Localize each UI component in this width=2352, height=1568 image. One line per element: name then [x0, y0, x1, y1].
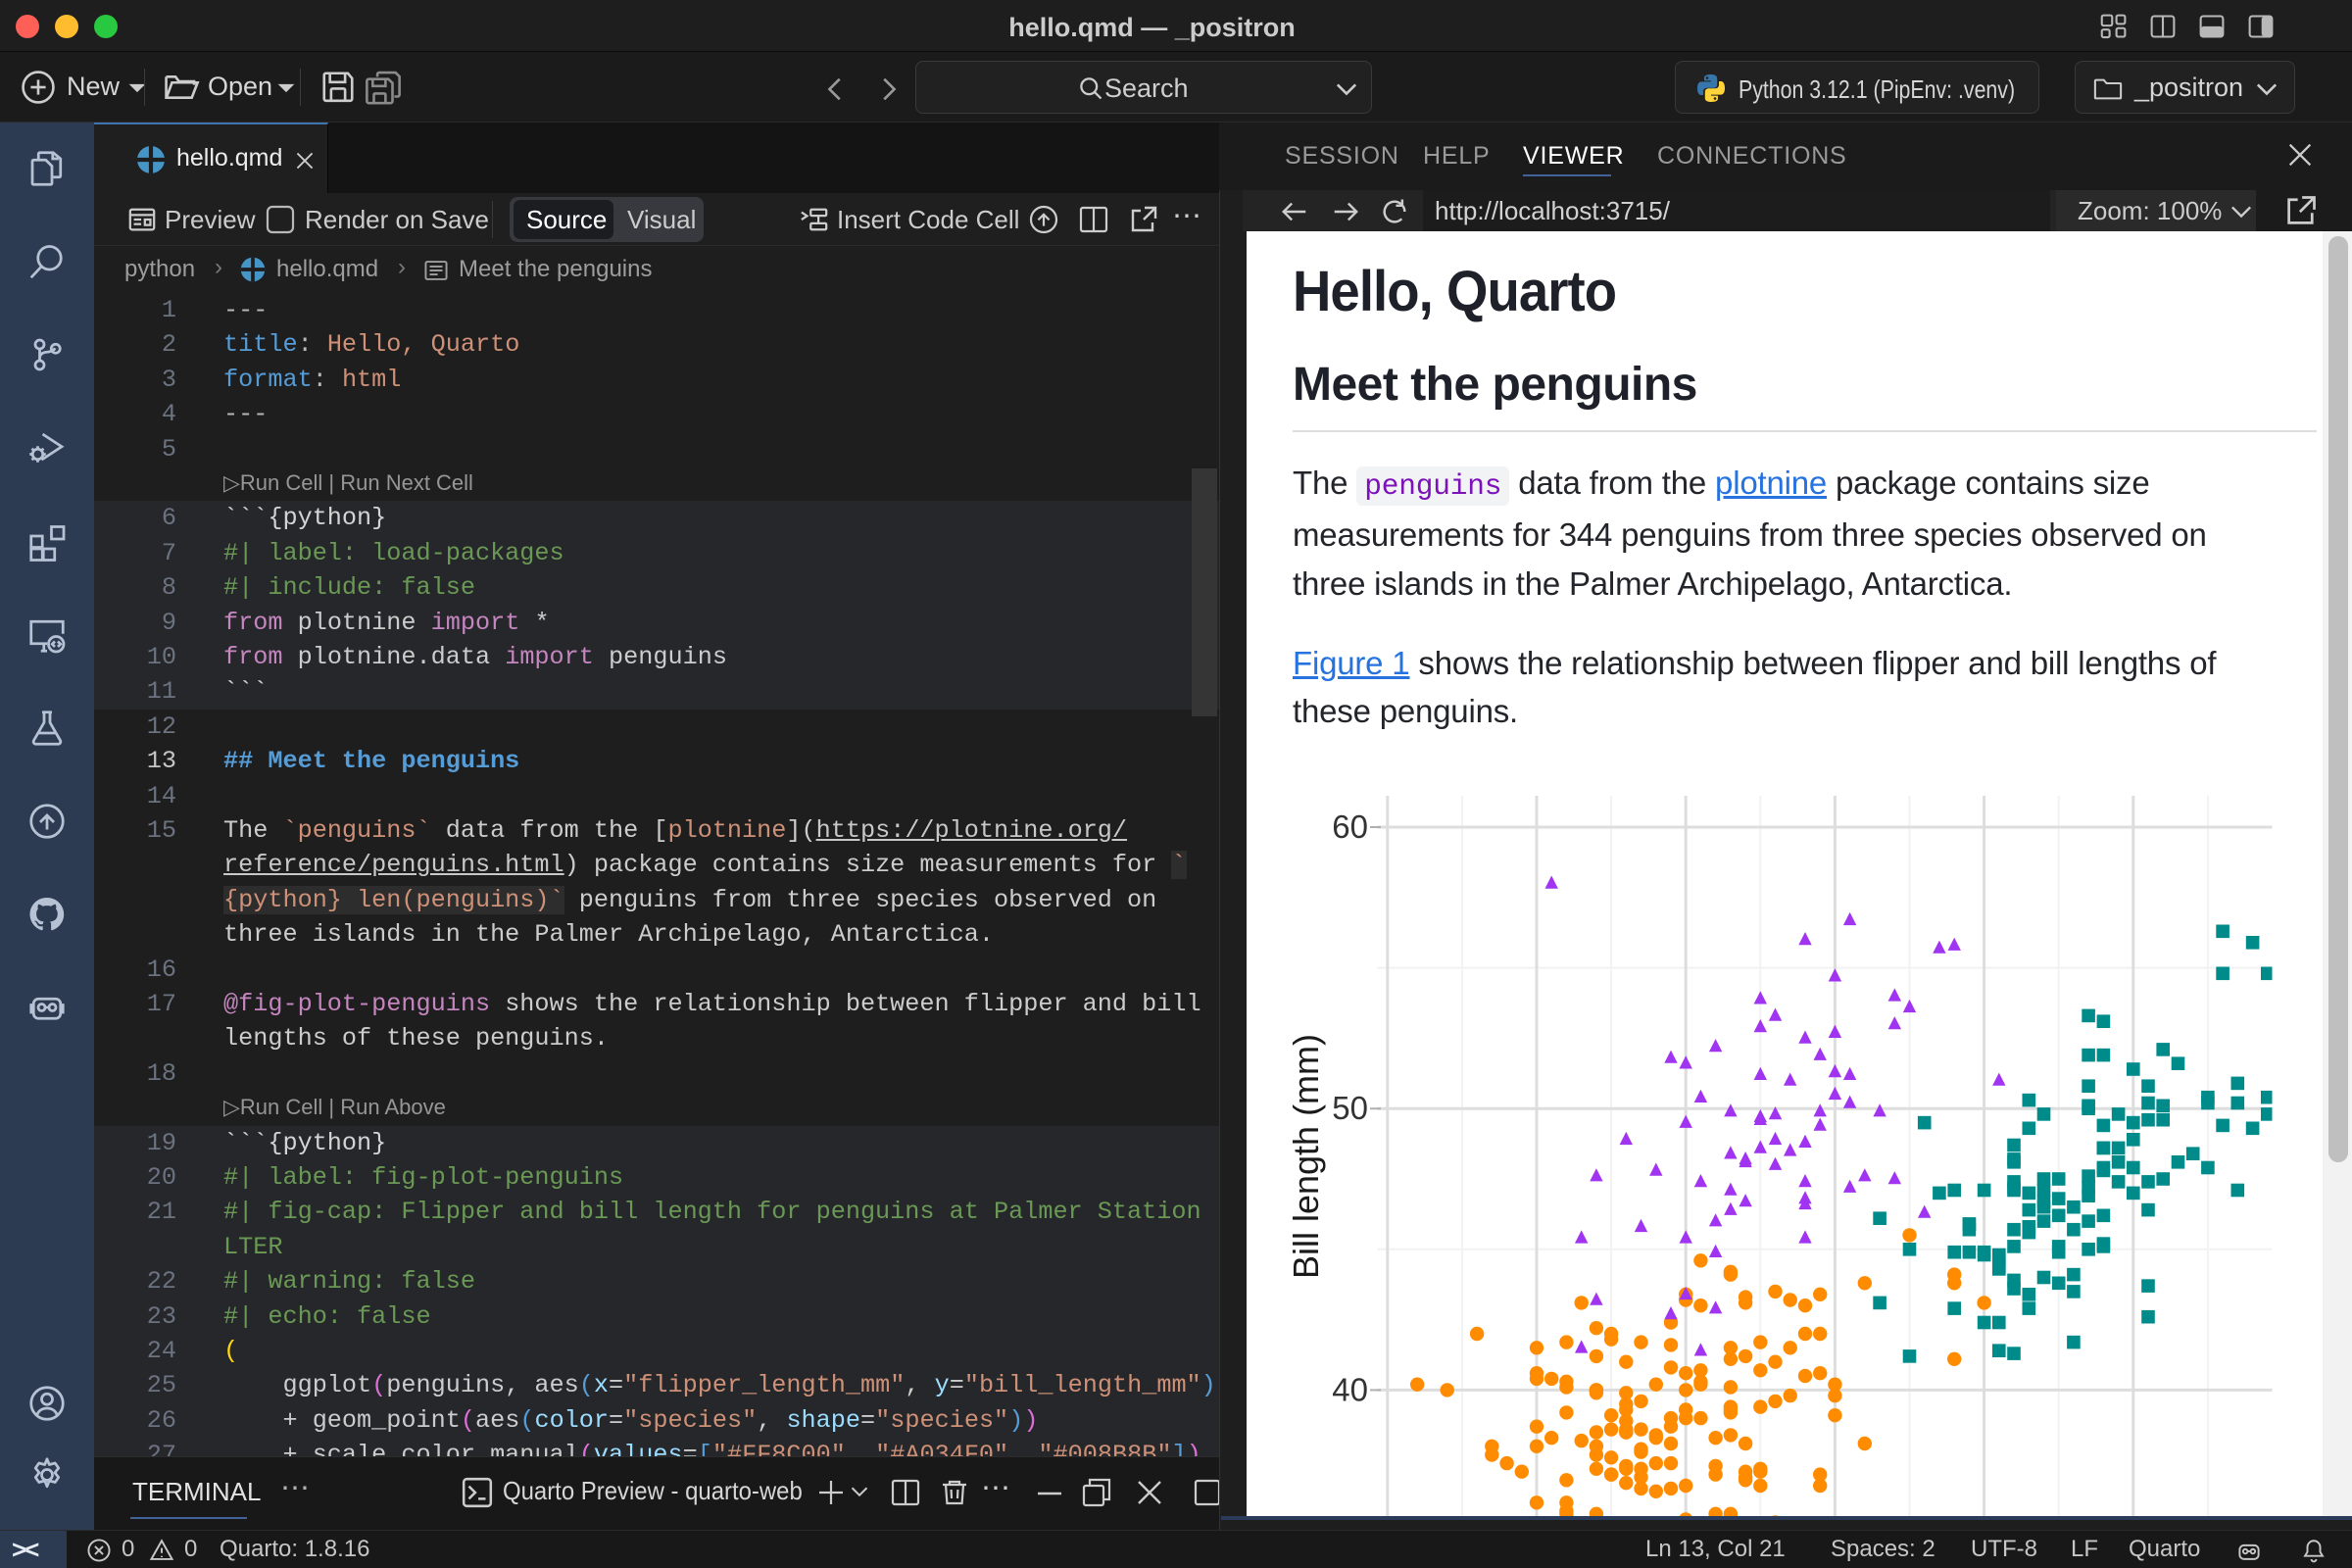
- svg-text:50: 50: [1332, 1090, 1368, 1126]
- svg-text:40: 40: [1332, 1371, 1368, 1407]
- svg-text:Bill length (mm): Bill length (mm): [1286, 1034, 1326, 1279]
- svg-text:60: 60: [1332, 808, 1368, 845]
